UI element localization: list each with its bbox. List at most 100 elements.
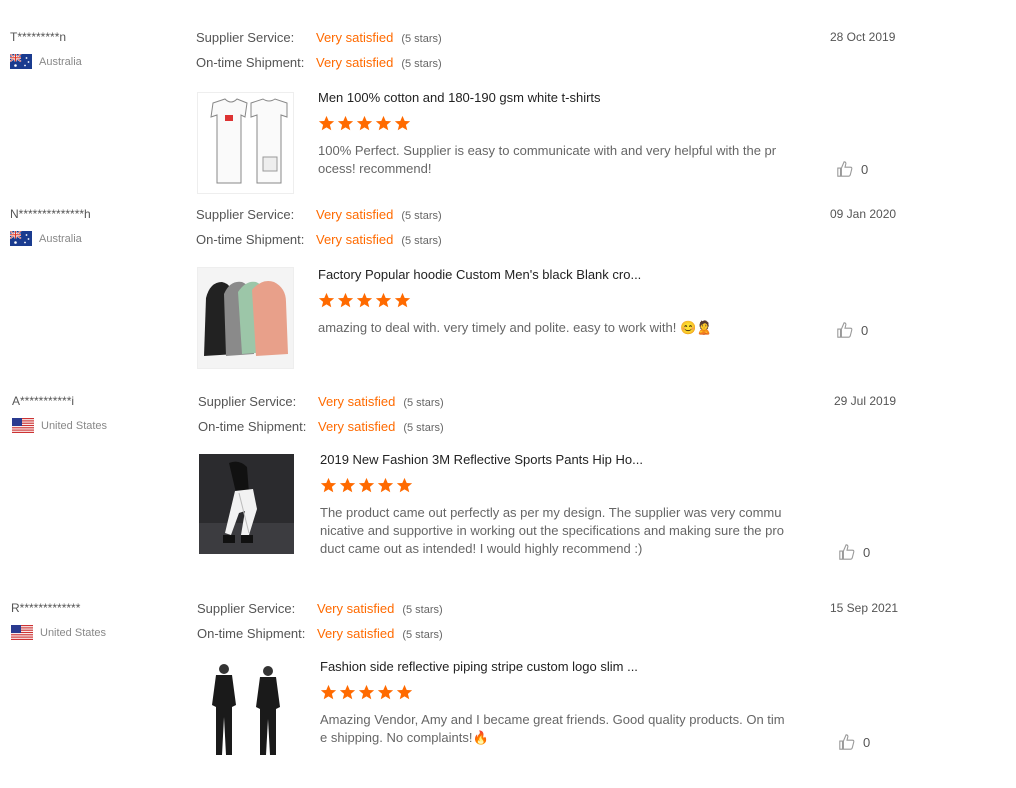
rating-summary: Supplier Service: Very satisfied (5 star… [196, 207, 496, 257]
product-thumbnail[interactable] [197, 92, 294, 194]
star-icon [318, 292, 335, 308]
star-rating [318, 115, 788, 135]
review-date: 09 Jan 2020 [830, 207, 897, 221]
supplier-service-rating: Supplier Service: Very satisfied (5 star… [196, 30, 496, 55]
country-name: Australia [39, 55, 82, 68]
star-rating [320, 477, 790, 497]
supplier-service-rating: Supplier Service: Very satisfied (5 star… [197, 601, 497, 626]
product-thumbnail[interactable] [197, 267, 294, 369]
star-icon [358, 684, 375, 700]
like-button[interactable]: 0 [838, 543, 870, 561]
ontime-shipment-stars: (5 stars) [403, 422, 444, 434]
australia-flag-icon [10, 231, 32, 246]
supplier-service-value: Very satisfied [316, 30, 394, 45]
star-icon [396, 477, 413, 493]
usa-flag-icon [11, 625, 33, 640]
thumbs-up-icon [839, 544, 855, 560]
thumbs-up-icon [837, 161, 853, 177]
like-count: 0 [861, 161, 869, 177]
supplier-service-stars: (5 stars) [403, 397, 444, 409]
usa-flag-icon [12, 418, 34, 433]
thumbs-up-icon [837, 322, 853, 338]
ontime-shipment-stars: (5 stars) [401, 58, 442, 70]
ontime-shipment-rating: On-time Shipment: Very satisfied (5 star… [197, 626, 497, 651]
star-icon [377, 684, 394, 700]
product-thumbnail[interactable] [198, 661, 293, 761]
supplier-service-label: Supplier Service: [197, 601, 296, 616]
star-icon [356, 292, 373, 308]
reviewer-info: A***********i United States [12, 394, 182, 433]
ontime-shipment-value: Very satisfied [316, 232, 394, 247]
ontime-shipment-label: On-time Shipment: [197, 626, 306, 641]
reviewer-info: N**************h Australia [10, 207, 180, 246]
product-title[interactable]: 2019 New Fashion 3M Reflective Sports Pa… [320, 452, 790, 467]
star-icon [356, 115, 373, 131]
rating-summary: Supplier Service: Very satisfied (5 star… [196, 30, 496, 80]
star-icon [320, 477, 337, 493]
supplier-service-rating: Supplier Service: Very satisfied (5 star… [196, 207, 496, 232]
reviewer-name: R************* [11, 601, 81, 615]
like-button[interactable]: 0 [836, 160, 868, 178]
star-icon [394, 115, 411, 131]
white-tshirt-image [200, 95, 291, 191]
country-name: United States [40, 626, 107, 639]
star-rating [318, 292, 788, 312]
star-icon [320, 684, 337, 700]
product-title[interactable]: Men 100% cotton and 180-190 gsm white t-… [318, 90, 788, 105]
country-name: Australia [39, 232, 82, 245]
review-body: Fashion side reflective piping stripe cu… [320, 659, 790, 747]
star-icon [337, 292, 354, 308]
ontime-shipment-rating: On-time Shipment: Very satisfied (5 star… [198, 419, 498, 444]
supplier-service-rating: Supplier Service: Very satisfied (5 star… [198, 394, 498, 419]
reviewer-info: T*********n Australia [10, 30, 180, 69]
star-icon [339, 684, 356, 700]
rating-summary: Supplier Service: Very satisfied (5 star… [197, 601, 497, 651]
reflective-pants-image [199, 454, 294, 554]
hoodies-image [198, 268, 293, 368]
reviewer-country: United States [12, 418, 182, 433]
like-button[interactable]: 0 [838, 733, 870, 751]
supplier-service-value: Very satisfied [318, 394, 396, 409]
ontime-shipment-value: Very satisfied [318, 419, 396, 434]
australia-flag-icon [10, 54, 32, 69]
review-date: 28 Oct 2019 [830, 30, 896, 44]
rating-summary: Supplier Service: Very satisfied (5 star… [198, 394, 498, 444]
star-icon [318, 115, 335, 131]
star-icon [339, 477, 356, 493]
ontime-shipment-rating: On-time Shipment: Very satisfied (5 star… [196, 232, 496, 257]
supplier-service-stars: (5 stars) [402, 604, 443, 616]
supplier-service-label: Supplier Service: [196, 207, 295, 222]
product-title[interactable]: Fashion side reflective piping stripe cu… [320, 659, 790, 674]
like-button[interactable]: 0 [836, 321, 868, 339]
review-body: Factory Popular hoodie Custom Men's blac… [318, 267, 788, 337]
star-icon [396, 684, 413, 700]
reviewer-country: Australia [10, 54, 180, 69]
like-count: 0 [861, 322, 869, 338]
product-thumbnail[interactable] [199, 454, 294, 554]
supplier-service-value: Very satisfied [317, 601, 395, 616]
review-comment: Amazing Vendor, Amy and I became great f… [320, 712, 785, 745]
reviewer-name: T*********n [10, 30, 67, 44]
star-icon [394, 292, 411, 308]
review-body: 2019 New Fashion 3M Reflective Sports Pa… [320, 452, 790, 558]
product-title[interactable]: Factory Popular hoodie Custom Men's blac… [318, 267, 788, 282]
ontime-shipment-stars: (5 stars) [402, 629, 443, 641]
reviewer-country: Australia [10, 231, 180, 246]
star-icon [358, 477, 375, 493]
ontime-shipment-value: Very satisfied [316, 55, 394, 70]
star-icon [377, 477, 394, 493]
ontime-shipment-rating: On-time Shipment: Very satisfied (5 star… [196, 55, 496, 80]
ontime-shipment-label: On-time Shipment: [198, 419, 307, 434]
review-comment: The product came out perfectly as per my… [320, 505, 784, 556]
ontime-shipment-stars: (5 stars) [401, 235, 442, 247]
star-rating [320, 684, 790, 704]
supplier-service-value: Very satisfied [316, 207, 394, 222]
reviewer-name: A***********i [12, 394, 75, 408]
star-icon [375, 292, 392, 308]
like-count: 0 [863, 544, 871, 560]
ontime-shipment-label: On-time Shipment: [196, 232, 305, 247]
supplier-service-label: Supplier Service: [198, 394, 297, 409]
ontime-shipment-value: Very satisfied [317, 626, 395, 641]
review-body: Men 100% cotton and 180-190 gsm white t-… [318, 90, 788, 178]
supplier-service-stars: (5 stars) [401, 210, 442, 222]
